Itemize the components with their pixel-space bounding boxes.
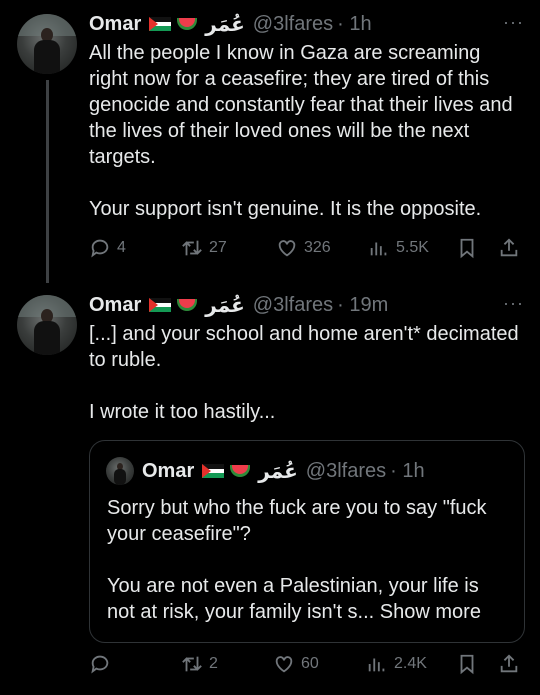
- like-button[interactable]: 60: [273, 653, 319, 675]
- author-name[interactable]: Omar: [89, 12, 141, 36]
- avatar[interactable]: [17, 295, 77, 355]
- share-button[interactable]: [498, 237, 520, 259]
- retweet-icon: [182, 240, 202, 256]
- author-handle[interactable]: @3lfares: [253, 12, 333, 36]
- quoted-tweet-header: Omar عُمَر @3lfares · 1h: [106, 457, 425, 485]
- reply-icon: [91, 239, 109, 258]
- retweet-count: 27: [209, 239, 227, 256]
- tweet-header: Omar عُمَر @3lfares · 1h: [89, 12, 524, 36]
- quoted-author-name: Omar: [142, 459, 195, 482]
- quoted-text: Sorry but who the fuck are you to say "f…: [107, 495, 512, 625]
- author-name[interactable]: Omar: [89, 293, 141, 317]
- quoted-tweet[interactable]: Omar عُمَر @3lfares · 1h Sorry but who t…: [89, 440, 525, 643]
- views-button[interactable]: 5.5K: [368, 237, 429, 259]
- reply-button[interactable]: 4: [89, 237, 126, 259]
- retweet-count: 2: [209, 655, 218, 672]
- author-arabic-name: عُمَر: [205, 12, 245, 36]
- views-button[interactable]: 2.4K: [366, 653, 427, 675]
- bookmark-button[interactable]: [456, 237, 478, 259]
- views-icon: [370, 242, 387, 256]
- share-icon: [500, 654, 518, 673]
- author-arabic-name: عُمَر: [205, 293, 245, 317]
- heart-icon: [278, 240, 296, 257]
- quoted-time: · 1h: [390, 459, 425, 482]
- watermelon-icon: [177, 299, 198, 311]
- quoted-arabic-name: عُمَر: [258, 459, 298, 483]
- views-count: 2.4K: [394, 655, 427, 672]
- tweet-text: All the people I know in Gaza are scream…: [89, 42, 513, 220]
- retweet-icon: [182, 656, 202, 672]
- tweet-1[interactable]: Omar عُمَر @3lfares · 1h ··· All the peo…: [0, 0, 540, 283]
- reply-button[interactable]: [89, 653, 117, 675]
- more-options-icon[interactable]: ···: [503, 293, 524, 314]
- more-options-icon[interactable]: ···: [503, 12, 524, 33]
- bookmark-button[interactable]: [456, 653, 478, 675]
- like-button[interactable]: 326: [276, 237, 331, 259]
- tweet-text: [...] and your school and home aren't* d…: [89, 323, 519, 423]
- like-count: 326: [304, 239, 331, 256]
- share-icon: [500, 238, 518, 257]
- thread-line: [46, 80, 49, 283]
- bookmark-icon: [460, 654, 474, 675]
- palestine-flag-icon: [149, 17, 172, 31]
- heart-icon: [275, 656, 293, 673]
- retweet-button[interactable]: 2: [181, 653, 218, 675]
- retweet-button[interactable]: 27: [181, 237, 227, 259]
- tweet-time[interactable]: · 19m: [337, 293, 388, 317]
- tweet-header: Omar عُمَر @3lfares · 19m: [89, 293, 524, 317]
- bookmark-icon: [460, 238, 474, 259]
- share-button[interactable]: [498, 653, 520, 675]
- tweet-time[interactable]: · 1h: [337, 12, 371, 36]
- reply-icon: [91, 655, 109, 674]
- like-count: 60: [301, 655, 319, 672]
- show-more-link[interactable]: Show more: [380, 601, 481, 623]
- watermelon-icon: [177, 18, 198, 30]
- views-icon: [368, 658, 385, 672]
- quoted-handle: @3lfares: [305, 459, 387, 482]
- watermelon-icon: [230, 465, 251, 477]
- quoted-avatar: [106, 457, 134, 485]
- reply-count: 4: [117, 239, 126, 256]
- author-handle[interactable]: @3lfares: [253, 293, 333, 317]
- avatar[interactable]: [17, 14, 77, 74]
- views-count: 5.5K: [396, 239, 429, 256]
- palestine-flag-icon: [149, 298, 172, 312]
- palestine-flag-icon: [202, 464, 225, 478]
